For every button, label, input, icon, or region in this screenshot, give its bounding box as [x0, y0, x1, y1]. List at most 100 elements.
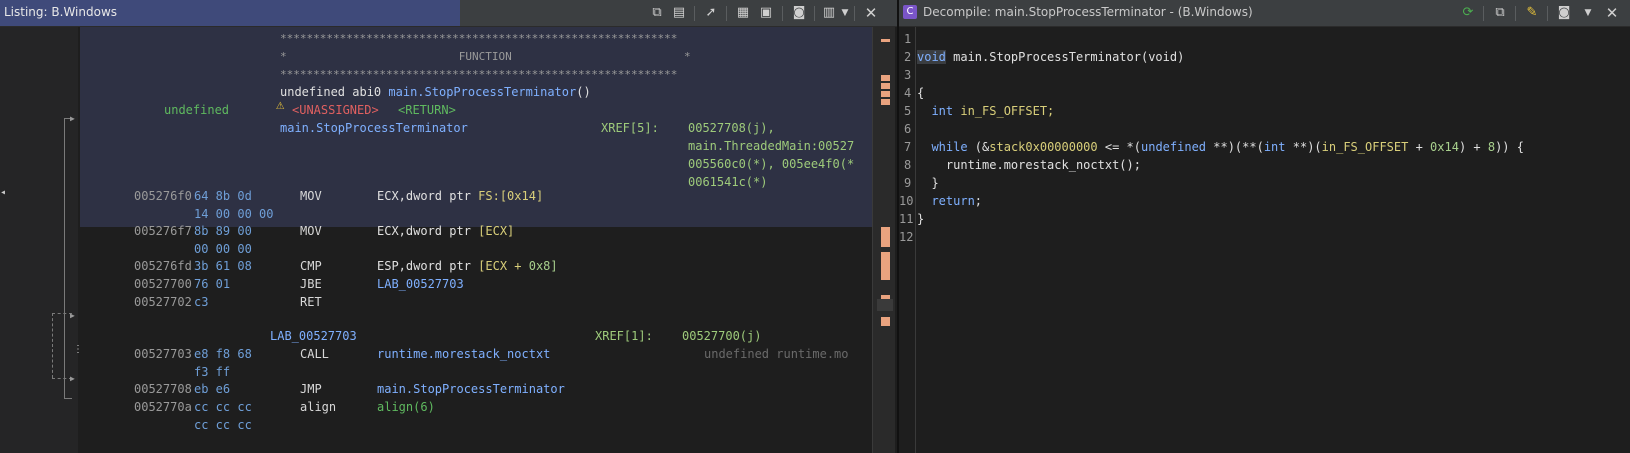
return-type: undefined	[164, 103, 230, 117]
code-line[interactable]: return;	[917, 192, 982, 210]
code-label[interactable]: LAB_00527703	[270, 327, 357, 345]
diff-icon[interactable]: ▣	[757, 4, 775, 22]
line-number: 3	[904, 68, 912, 82]
code-line[interactable]: runtime.morestack_noctxt();	[917, 156, 1141, 174]
jump-target-label[interactable]: LAB_00527703	[377, 275, 464, 293]
listing-margin: ◂ ▶ ▶ ▶ ⋮	[0, 27, 83, 453]
jump-target[interactable]: main.StopProcessTerminator	[377, 380, 565, 398]
arrow-right-icon: ▶	[70, 374, 75, 383]
function-signature: undefined abi0 main.StopProcessTerminato…	[280, 85, 591, 99]
close-icon[interactable]: ✕	[1603, 4, 1621, 22]
separator	[854, 6, 855, 21]
scroll-thumb[interactable]	[877, 299, 893, 311]
xref-item[interactable]: main.ThreadedMain:00527	[688, 137, 854, 155]
instruction-bytes: 3b 61 08	[194, 259, 252, 273]
line-number: 7	[904, 140, 912, 154]
code-line[interactable]: {	[917, 84, 924, 102]
return-label: <RETURN>	[398, 103, 456, 117]
instruction-mnemonic: RET	[300, 295, 322, 309]
separator	[1547, 6, 1548, 21]
instruction-bytes: cc cc cc	[194, 400, 252, 414]
unassigned-label: <UNASSIGNED>	[292, 103, 379, 117]
line-number: 8	[904, 158, 912, 172]
snapshot-icon[interactable]: ◙	[1555, 4, 1573, 22]
xref-item[interactable]: 00527708(j),	[688, 119, 775, 137]
arrow-right-icon: ▶	[70, 114, 75, 123]
chevron-down-icon[interactable]: ▼	[1579, 4, 1597, 22]
instruction-operands: ECX,dword ptr [ECX]	[377, 224, 515, 238]
xref-label: XREF[1]:	[595, 329, 653, 343]
instruction-mnemonic: JMP	[300, 382, 322, 396]
xref-item[interactable]: 00527700(j)	[682, 327, 761, 345]
call-target[interactable]: runtime.morestack_noctxt	[377, 345, 550, 363]
align-operand: align(6)	[377, 400, 435, 414]
line-number: 11	[899, 212, 914, 226]
instruction-address: 005276f7	[134, 224, 192, 238]
cursor-icon[interactable]: ➚	[702, 4, 720, 22]
xref-item[interactable]: 005560c0(*), 005ee4f0(*	[688, 155, 854, 173]
instruction-bytes: c3	[194, 295, 209, 309]
code-line[interactable]: }	[917, 210, 924, 228]
separator	[1483, 6, 1484, 21]
snapshot-icon[interactable]: ◙	[790, 4, 808, 22]
chevron-down-icon[interactable]: ▼	[836, 4, 854, 22]
xref-label: XREF[5]:	[601, 121, 659, 135]
listing-body[interactable]: ****************************************…	[80, 27, 872, 453]
instruction-bytes: 8b 89 00	[194, 224, 252, 238]
instruction-operands: ESP,dword ptr [ECX + 0x8]	[377, 259, 558, 273]
copy-icon[interactable]: ⧉	[648, 4, 666, 22]
line-number: 5	[904, 104, 912, 118]
function-name[interactable]: main.StopProcessTerminator	[388, 85, 576, 99]
instruction-mnemonic: CALL	[300, 347, 329, 361]
line-number: 1	[904, 32, 912, 46]
instruction-address: 00527703	[134, 347, 192, 361]
paste-icon[interactable]: ▤	[670, 4, 688, 22]
listing-titlebar: Listing: B.Windows ⧉ ▤ ➚ ▦ ▣ ◙ ▥ ▼ ✕	[0, 0, 897, 27]
function-label[interactable]: main.StopProcessTerminator	[280, 119, 468, 137]
arrow-right-icon: ▶	[70, 311, 75, 320]
margin-handle-icon[interactable]: ◂	[0, 187, 6, 201]
instruction-bytes: 14 00 00 00	[194, 207, 274, 221]
decompile-titlebar: C Decompile: main.StopProcessTerminator …	[899, 0, 1630, 27]
separator	[694, 6, 695, 21]
decompile-code[interactable]: void main.StopProcessTerminator(void) { …	[917, 27, 1630, 453]
instruction-mnemonic: MOV	[300, 189, 322, 203]
instruction-bytes: f3 ff	[194, 365, 231, 379]
code-line[interactable]: int in_FS_OFFSET;	[917, 102, 1054, 120]
listing-title: Listing: B.Windows	[4, 5, 118, 19]
instruction-bytes: 00 00 00	[194, 242, 252, 256]
instruction-bytes: 64 8b 0d	[194, 189, 252, 203]
overview-scrollbar[interactable]	[872, 27, 895, 453]
decompile-title: Decompile: main.StopProcessTerminator - …	[923, 5, 1253, 19]
decompiler-icon: C	[903, 5, 917, 19]
instruction-mnemonic: JBE	[300, 277, 322, 291]
instruction-bytes: 76 01	[194, 277, 231, 291]
line-number: 2	[904, 50, 912, 64]
close-icon[interactable]: ✕	[862, 4, 880, 22]
instruction-mnemonic: MOV	[300, 224, 322, 238]
xref-item[interactable]: 0061541c(*)	[688, 173, 767, 191]
instruction-address: 0052770a	[134, 400, 192, 414]
separator	[814, 6, 815, 21]
instruction-mnemonic: align	[300, 400, 337, 414]
refresh-icon[interactable]: ⟳	[1459, 4, 1477, 22]
call-comment: undefined runtime.mo	[704, 347, 849, 361]
line-number: 12	[899, 230, 914, 244]
listing-panel: Listing: B.Windows ⧉ ▤ ➚ ▦ ▣ ◙ ▥ ▼ ✕ ◂ ▶…	[0, 0, 897, 453]
instruction-bytes: cc cc cc	[194, 418, 252, 432]
field-edit-icon[interactable]: ▦	[734, 4, 752, 22]
line-number: 4	[904, 86, 912, 100]
line-number: 10	[899, 194, 914, 208]
code-line[interactable]: while (&stack0x00000000 <= *(undefined *…	[917, 138, 1524, 156]
instruction-operands: ECX,dword ptr FS:[0x14]	[377, 189, 544, 203]
banner-top: ****************************************…	[280, 32, 678, 45]
edit-icon[interactable]: ✎	[1523, 4, 1541, 22]
banner-bottom: ****************************************…	[280, 68, 678, 81]
instruction-address: 005276fd	[134, 259, 192, 273]
instruction-address: 00527708	[134, 382, 192, 396]
code-line[interactable]: }	[917, 174, 938, 192]
separator	[1515, 6, 1516, 21]
instruction-mnemonic: CMP	[300, 259, 322, 273]
copy-icon[interactable]: ⧉	[1491, 4, 1509, 22]
code-line[interactable]: void main.StopProcessTerminator(void)	[917, 48, 1184, 66]
